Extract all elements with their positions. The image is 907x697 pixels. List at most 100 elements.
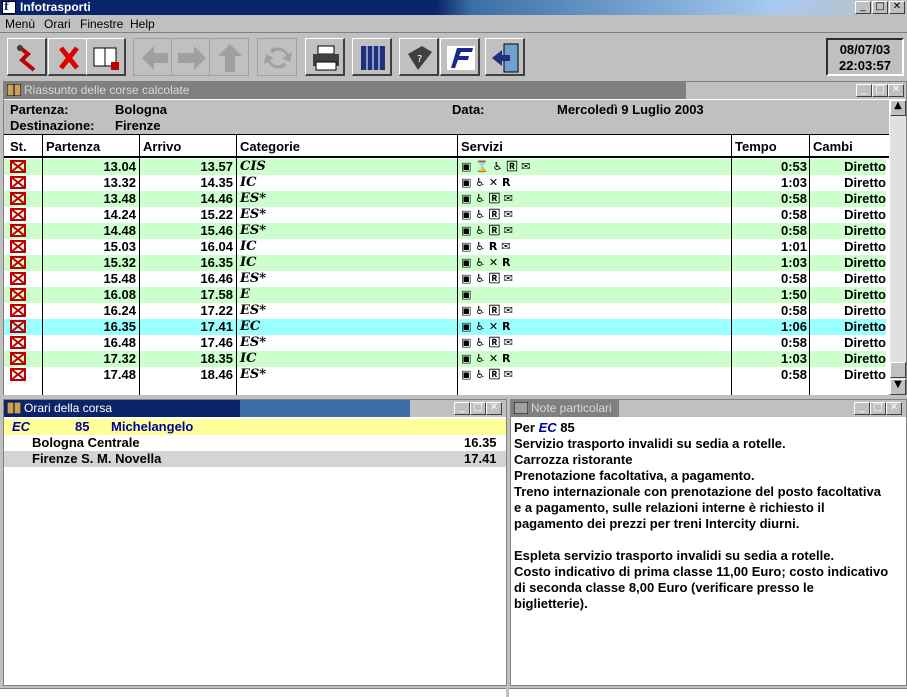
menu-bar: Menù Orari Finestre Help — [0, 15, 907, 33]
refresh-button[interactable] — [257, 38, 297, 76]
stop-row[interactable]: Bologna Centrale 16.35 — [4, 435, 506, 451]
departure-time: 14.48 — [103, 223, 136, 238]
train-header-row[interactable]: EC 85 Michelangelo — [4, 419, 506, 435]
col-categorie[interactable]: Categorie — [240, 139, 300, 154]
table-row[interactable]: 16.24 17.22 ES* ▣ ♿ 🅁 ✉ 0:58 Diretto — [4, 303, 886, 319]
svg-text:?: ? — [417, 54, 422, 65]
route-button[interactable] — [7, 38, 47, 76]
col-cambi[interactable]: Cambi — [813, 139, 853, 154]
departure-time: 16.48 — [103, 335, 136, 350]
clock-display: 08/07/03 22:03:57 — [826, 38, 904, 76]
table-row[interactable]: 17.48 18.46 ES* ▣ ♿ 🅁 ✉ 0:58 Diretto — [4, 367, 886, 383]
departure-time: 16.24 — [103, 303, 136, 318]
col-arrivo[interactable]: Arrivo — [143, 139, 181, 154]
category-icon: ES* — [240, 367, 267, 382]
note-cat-icon: EC — [538, 420, 557, 435]
menu-item-finestre[interactable]: Finestre — [80, 17, 123, 31]
col-st[interactable]: St. — [10, 139, 27, 154]
category-icon: ES* — [240, 303, 267, 318]
category-icon: ES* — [240, 191, 267, 206]
arrival-time: 17.58 — [200, 287, 233, 302]
forward-arrow-icon — [178, 46, 206, 70]
departure-time: 14.24 — [103, 207, 136, 222]
travel-time: 1:03 — [780, 255, 807, 270]
note-maximize-icon[interactable]: □ — [870, 402, 886, 415]
travel-time: 1:03 — [780, 351, 807, 366]
orari-title-bar: Orari della corsa _ □ ✕ — [4, 400, 506, 417]
category-icon: E — [240, 287, 250, 302]
summary-close-icon[interactable]: ✕ — [888, 84, 904, 97]
orari-minimize-icon[interactable]: _ — [454, 402, 470, 415]
category-icon: IC — [240, 255, 257, 270]
table-row[interactable]: 13.32 14.35 IC ▣ ♿ ✕ R 1:03 Diretto — [4, 175, 886, 191]
table-row[interactable]: 17.32 18.35 IC ▣ ♿ ✕ R 1:03 Diretto — [4, 351, 886, 367]
minimize-icon[interactable]: _ — [855, 1, 871, 14]
summary-maximize-icon[interactable]: □ — [872, 84, 888, 97]
up-button[interactable] — [209, 38, 249, 76]
travel-time: 0:58 — [780, 271, 807, 286]
table-row[interactable]: 16.35 17.41 EC ▣ ♿ ✕ R 1:06 Diretto — [4, 319, 886, 335]
note-per-line: Per EC 85 — [514, 420, 904, 436]
timetable-button[interactable] — [352, 38, 392, 76]
stop-time: 16.35 — [464, 435, 497, 450]
col-servizi[interactable]: Servizi — [461, 139, 503, 154]
table-row[interactable]: 14.48 15.46 ES* ▣ ♿ 🅁 ✉ 0:58 Diretto — [4, 223, 886, 239]
table-row[interactable]: 16.08 17.58 E ▣ 1:50 Diretto — [4, 287, 886, 303]
note-minimize-icon[interactable]: _ — [854, 402, 870, 415]
summary-minimize-icon[interactable]: _ — [856, 84, 872, 97]
note-close-icon[interactable]: ✕ — [886, 402, 902, 415]
scroll-up-icon[interactable]: ▲ — [890, 100, 906, 116]
travel-time: 0:58 — [780, 223, 807, 238]
cancel-button[interactable] — [48, 38, 88, 76]
help-button[interactable]: ? — [399, 38, 439, 76]
window-icon — [6, 83, 22, 97]
category-icon: IC — [240, 175, 257, 190]
table-row[interactable]: 15.03 16.04 IC ▣ ♿ R ✉ 1:01 Diretto — [4, 239, 886, 255]
app-title-bar: f Infotrasporti _ □ ✕ — [0, 0, 907, 15]
col-tempo[interactable]: Tempo — [735, 139, 777, 154]
departure-time: 16.35 — [103, 319, 136, 334]
orari-maximize-icon[interactable]: □ — [470, 402, 486, 415]
scroll-thumb[interactable] — [890, 362, 906, 378]
menu-item-orari[interactable]: Orari — [44, 17, 71, 31]
summary-scrollbar[interactable]: ▲ ▼ — [890, 100, 906, 395]
services-icons: ▣ ♿ 🅁 ✉ — [461, 304, 513, 317]
table-row[interactable]: 15.32 16.35 IC ▣ ♿ ✕ R 1:03 Diretto — [4, 255, 886, 271]
forward-button[interactable] — [171, 38, 211, 76]
print-button[interactable] — [305, 38, 345, 76]
changes: Diretto — [844, 335, 886, 350]
category-icon: ES* — [240, 271, 267, 286]
menu-item-help[interactable]: Help — [130, 17, 155, 31]
summary-title: Riassunto delle corse calcolate — [24, 83, 190, 97]
menu-item-menu[interactable]: Menù — [5, 17, 35, 31]
stop-row[interactable]: Firenze S. M. Novella 17.41 — [4, 451, 506, 467]
note-line: pagamento dei prezzi per treni Intercity… — [514, 516, 800, 531]
exit-door-icon — [492, 43, 519, 73]
table-row[interactable]: 13.04 13.57 CIS ▣ ⌛ ♿ 🅁 ✉ 0:53 Diretto — [4, 159, 886, 175]
book-button[interactable] — [86, 38, 126, 76]
table-row[interactable]: 14.24 15.22 ES* ▣ ♿ 🅁 ✉ 0:58 Diretto — [4, 207, 886, 223]
services-icons: ▣ ⌛ ♿ 🅁 ✉ — [461, 160, 531, 173]
table-row[interactable]: 13.48 14.46 ES* ▣ ♿ 🅁 ✉ 0:58 Diretto — [4, 191, 886, 207]
arrival-time: 16.04 — [200, 239, 233, 254]
maximize-icon[interactable]: □ — [872, 1, 888, 14]
table-row[interactable]: 15.48 16.46 ES* ▣ ♿ 🅁 ✉ 0:58 Diretto — [4, 271, 886, 287]
services-icons: ▣ ♿ 🅁 ✉ — [461, 368, 513, 381]
close-icon[interactable]: ✕ — [889, 1, 905, 14]
exit-button[interactable] — [485, 38, 525, 76]
data-label: Data: — [452, 102, 485, 117]
services-icons: ▣ — [461, 288, 472, 301]
destinazione-label: Destinazione: — [10, 118, 95, 133]
col-partenza[interactable]: Partenza — [46, 139, 100, 154]
arrival-time: 16.46 — [200, 271, 233, 286]
back-button[interactable] — [133, 38, 173, 76]
category-icon: ES* — [240, 223, 267, 238]
scroll-down-icon[interactable]: ▼ — [890, 379, 906, 395]
table-row[interactable]: 16.48 17.46 ES* ▣ ♿ 🅁 ✉ 0:58 Diretto — [4, 335, 886, 351]
status-bar-right — [509, 688, 907, 697]
services-icons: ▣ ♿ 🅁 ✉ — [461, 336, 513, 349]
note-line: Espleta servizio trasporto invalidi su s… — [514, 548, 835, 563]
arrival-time: 15.46 — [200, 223, 233, 238]
orari-close-icon[interactable]: ✕ — [486, 402, 502, 415]
fs-button[interactable] — [440, 38, 480, 76]
